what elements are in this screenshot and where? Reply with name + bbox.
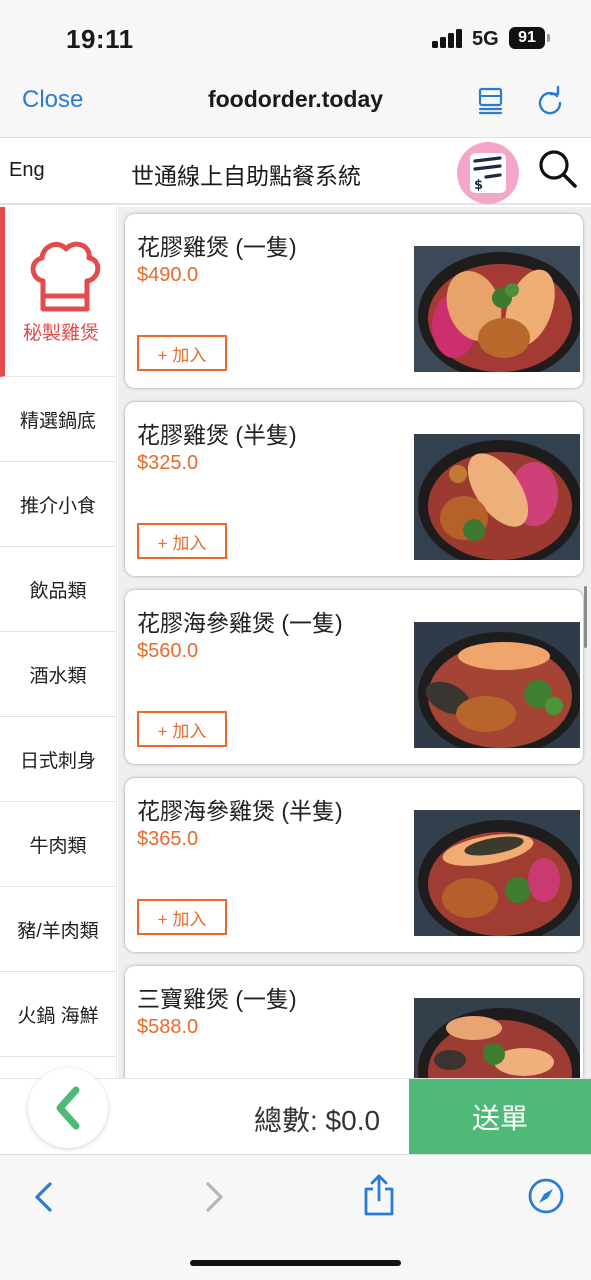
language-toggle[interactable]: Eng	[9, 159, 45, 182]
battery-tip	[547, 34, 550, 42]
url-title[interactable]: foodorder.today	[208, 86, 383, 112]
chevron-left-icon	[56, 1086, 80, 1130]
item-name: 花膠雞煲 (半隻)	[137, 422, 297, 448]
add-button[interactable]: + 加入	[137, 899, 227, 935]
add-button[interactable]: + 加入	[137, 335, 227, 371]
order-total: 總數: $0.0	[254, 1105, 381, 1136]
category-item[interactable]: 日式刺身	[0, 717, 116, 802]
item-name: 花膠海參雞煲 (半隻)	[137, 798, 343, 824]
share-icon[interactable]	[362, 1173, 396, 1217]
home-indicator[interactable]	[190, 1260, 401, 1266]
status-time: 19:11	[66, 24, 134, 54]
signal-icon	[432, 28, 464, 48]
svg-text:$: $	[474, 178, 483, 193]
item-name: 三寶雞煲 (一隻)	[137, 986, 297, 1012]
network-label: 5G	[472, 28, 499, 50]
category-item[interactable]: 推介小食	[0, 462, 116, 547]
category-item[interactable]: 飲品類	[0, 547, 116, 632]
add-button[interactable]: + 加入	[137, 523, 227, 559]
category-item[interactable]: 精選鍋底	[0, 377, 116, 462]
submit-order-button[interactable]: 送單	[409, 1079, 591, 1154]
item-name: 花膠雞煲 (一隻)	[137, 234, 297, 260]
category-sidebar: 秘製雞煲 精選鍋底 推介小食 飲品類 酒水類 日式刺身 牛肉類 豬/羊肉類 火鍋…	[0, 207, 117, 1078]
page-title: 世通線上自助點餐系統	[131, 163, 361, 189]
item-name: 花膠海參雞煲 (一隻)	[137, 610, 343, 636]
item-price: $490.0	[137, 264, 199, 286]
forward-arrow-icon[interactable]	[200, 1181, 228, 1213]
battery-icon: 91	[509, 27, 545, 49]
menu-item-card: 三寶雞煲 (一隻) $588.0	[125, 966, 583, 1078]
search-icon[interactable]	[538, 148, 578, 190]
item-price: $365.0	[137, 828, 199, 850]
item-price: $325.0	[137, 452, 199, 474]
close-button[interactable]: Close	[22, 86, 83, 114]
category-item[interactable]: 牛肉類	[0, 802, 116, 887]
food-photo	[414, 622, 580, 748]
menu-item-card: 花膠海參雞煲 (一隻) $560.0 + 加入	[125, 590, 583, 764]
category-item[interactable]: 酒水類	[0, 632, 116, 717]
menu-item-card: 花膠雞煲 (一隻) $490.0 + 加入	[125, 214, 583, 388]
cart-list-icon[interactable]: $	[457, 142, 519, 204]
item-price: $588.0	[137, 1016, 199, 1038]
food-photo	[414, 998, 580, 1078]
add-button[interactable]: + 加入	[137, 711, 227, 747]
menu-item-card: 花膠雞煲 (半隻) $325.0 + 加入	[125, 402, 583, 576]
chef-hat-icon	[30, 241, 101, 312]
reload-icon[interactable]	[535, 86, 565, 116]
menu-item-card: 花膠海參雞煲 (半隻) $365.0 + 加入	[125, 778, 583, 952]
food-photo	[414, 246, 580, 372]
item-price: $560.0	[137, 640, 199, 662]
browser-header: Close foodorder.today	[0, 72, 591, 138]
reader-list-icon[interactable]	[476, 86, 506, 116]
category-active[interactable]: 秘製雞煲	[0, 207, 116, 377]
food-photo	[414, 434, 580, 560]
scrollbar[interactable]	[584, 586, 587, 648]
food-photo	[414, 810, 580, 936]
back-arrow-icon[interactable]	[30, 1181, 58, 1213]
back-button[interactable]	[28, 1068, 108, 1148]
category-item[interactable]: 火鍋 海鮮	[0, 972, 116, 1057]
category-item[interactable]: 豬/羊肉類	[0, 887, 116, 972]
status-bar: 19:11 5G 91	[0, 0, 591, 72]
category-active-label: 秘製雞煲	[22, 323, 99, 344]
menu-list: 花膠雞煲 (一隻) $490.0 + 加入 花膠雞煲 (半隻) $325.0 +…	[118, 207, 591, 1078]
app-header: Eng 世通線上自助點餐系統 $	[0, 139, 591, 205]
compass-icon[interactable]	[527, 1177, 565, 1215]
